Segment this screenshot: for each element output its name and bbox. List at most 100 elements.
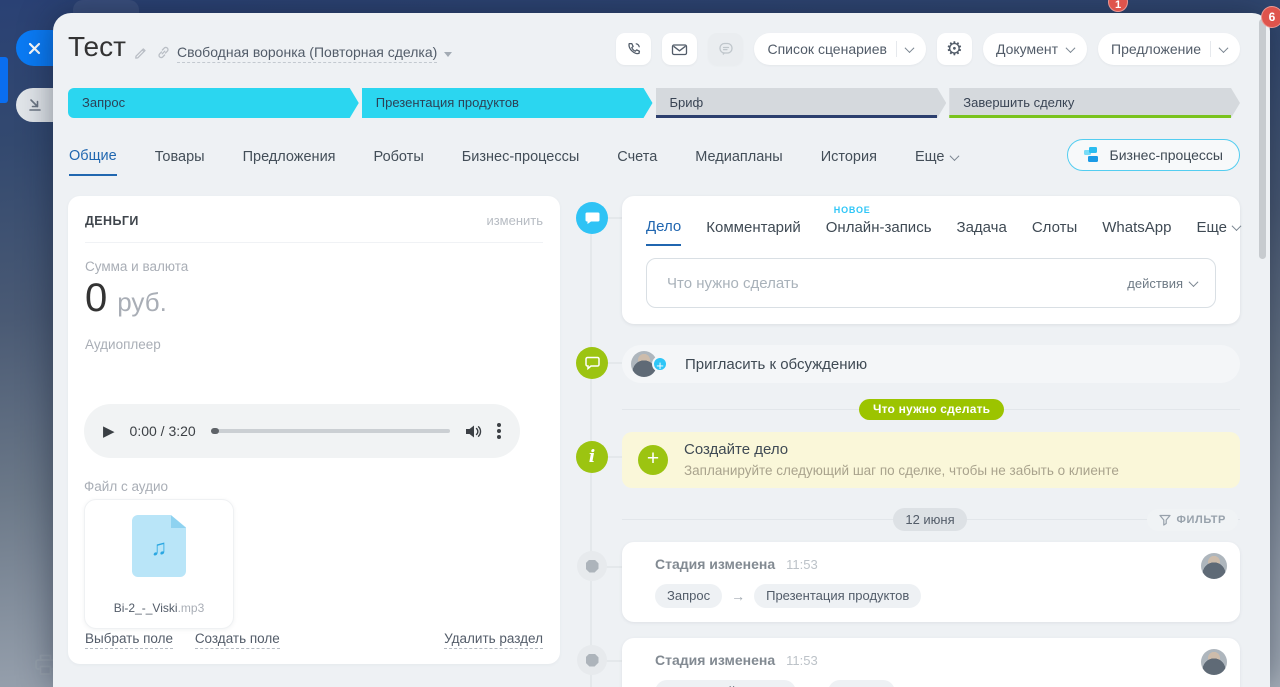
call-button[interactable]	[616, 33, 651, 65]
timeline-tab-whatsapp[interactable]: WhatsApp	[1102, 218, 1171, 246]
deal-tabs: Общие Товары Предложения Роботы Бизнес-п…	[69, 148, 958, 176]
document-dropdown[interactable]: Документ	[983, 33, 1087, 65]
filter-button[interactable]: ФИЛЬТР	[1147, 509, 1238, 531]
stage-from-badge: Первичный контакт	[655, 680, 796, 687]
tab-eshche-label: Еще	[915, 149, 945, 165]
tab-tovary[interactable]: Товары	[155, 148, 205, 176]
select-field-link[interactable]: Выбрать поле	[85, 631, 173, 649]
funnel-selector[interactable]: Свободная воронка (Повторная сделка)	[177, 44, 452, 63]
tab-eshche[interactable]: Еще	[915, 148, 959, 176]
chevron-down-icon	[1189, 277, 1199, 287]
edit-section-link[interactable]: изменить	[486, 213, 543, 228]
chat-icon	[718, 41, 734, 57]
timeline-tab-eshche[interactable]: Еще	[1196, 218, 1240, 246]
audio-player: ▶ 0:00 / 3:20	[84, 404, 520, 458]
phone-icon	[626, 41, 642, 57]
amount-value: 0	[85, 276, 107, 321]
create-activity-hint: + Создайте дело Запланируйте следующий ш…	[622, 432, 1240, 488]
timeline-tab-kommentariy[interactable]: Комментарий	[706, 218, 800, 246]
close-slider-button[interactable]	[16, 30, 53, 66]
pencil-icon	[133, 45, 148, 60]
tab-biznes-processy[interactable]: Бизнес-процессы	[462, 148, 580, 176]
tab-predlozheniya[interactable]: Предложения	[243, 148, 336, 176]
timeline-tab-zadacha[interactable]: Задача	[957, 218, 1007, 246]
tab-scheta[interactable]: Счета	[617, 148, 657, 176]
volume-icon[interactable]	[465, 424, 482, 439]
offer-dropdown[interactable]: Предложение	[1098, 33, 1240, 65]
business-process-button[interactable]: Бизнес-процессы	[1067, 139, 1240, 171]
timeline-tabs: Дело Комментарий НОВОЕ Онлайн-запись Зад…	[646, 218, 1240, 246]
settings-button[interactable]: ⚙	[937, 33, 972, 65]
timeline-connector	[606, 660, 622, 662]
timeline-tab-sloty[interactable]: Слоты	[1032, 218, 1077, 246]
file-extension: .mp3	[178, 601, 205, 615]
scrollbar[interactable]	[1259, 19, 1266, 259]
scenario-list-dropdown[interactable]: Список сценариев	[754, 33, 925, 65]
offer-label: Предложение	[1111, 41, 1201, 57]
stage-change-marker	[577, 551, 607, 581]
stage-zavershit[interactable]: Завершить сделку	[949, 88, 1240, 118]
entry-time: 11:53	[786, 557, 818, 572]
funnel-filter-icon	[1159, 514, 1171, 526]
file-name: Bi-2_-_Viski	[114, 601, 178, 615]
chevron-down-icon	[950, 151, 960, 161]
entry-time: 11:53	[786, 653, 818, 668]
invite-to-discussion-bar[interactable]: + Пригласить к обсуждению	[622, 345, 1240, 383]
timeline-tab-onlayn-zapis[interactable]: НОВОЕ Онлайн-запись	[826, 218, 932, 246]
actions-dropdown[interactable]: действия	[1127, 259, 1197, 307]
stage-brif[interactable]: Бриф	[656, 88, 947, 118]
money-section-title: ДЕНЬГИ	[85, 214, 139, 228]
folded-corner	[171, 515, 186, 528]
avatar	[1201, 649, 1227, 675]
stage-zapros[interactable]: Запрос	[68, 88, 359, 118]
arrow-right-icon: →	[731, 588, 745, 604]
stage-prezentaciya[interactable]: Презентация продуктов	[362, 88, 653, 118]
audio-file-icon: ♫	[132, 515, 186, 577]
audio-player-label: Аудиоплеер	[85, 337, 543, 352]
edit-title-button[interactable]	[133, 45, 148, 60]
copy-link-button[interactable]	[156, 45, 171, 60]
timeline-connector	[606, 566, 622, 568]
tab-istoriya[interactable]: История	[821, 148, 877, 176]
info-marker: i	[576, 441, 608, 473]
tab-mediaplany[interactable]: Медиапланы	[695, 148, 782, 176]
tab-roboty[interactable]: Роботы	[374, 148, 424, 176]
tab-obshchie[interactable]: Общие	[69, 148, 117, 176]
info-icon: i	[589, 447, 595, 467]
timeline-connector	[606, 217, 622, 219]
music-note-icon: ♫	[132, 535, 186, 561]
chevron-down-icon	[1219, 43, 1229, 53]
mail-icon	[671, 42, 688, 57]
deal-stage-bar: Запрос Презентация продуктов Бриф Заверш…	[68, 88, 1240, 118]
currency-label: руб.	[117, 287, 167, 318]
stage-from-badge: Запрос	[655, 584, 722, 608]
close-icon	[28, 42, 41, 55]
play-icon[interactable]: ▶	[103, 422, 115, 440]
chevron-down-icon	[1232, 221, 1242, 231]
gear-icon: ⚙	[946, 40, 963, 59]
timeline-tab-delo[interactable]: Дело	[646, 218, 681, 246]
add-activity-button[interactable]: +	[638, 445, 668, 475]
separator	[1210, 41, 1211, 57]
activity-marker	[576, 202, 608, 234]
chat-button[interactable]	[708, 33, 743, 65]
funnel-selector-label: Свободная воронка (Повторная сделка)	[177, 44, 437, 63]
octagon-icon	[586, 654, 599, 667]
document-label: Документ	[996, 41, 1058, 57]
timeline-tab-eshche-label: Еще	[1196, 219, 1227, 236]
audio-menu-icon[interactable]	[497, 429, 501, 433]
audio-file-tile[interactable]: ♫ Bi-2_-_Viski.mp3	[84, 499, 234, 629]
collapse-icon	[27, 97, 43, 113]
collapse-slider-button[interactable]	[16, 88, 53, 122]
timeline-connector	[606, 362, 622, 364]
stage-to-badge: Презентация продуктов	[754, 584, 921, 608]
email-button[interactable]	[662, 33, 697, 65]
actions-label: действия	[1127, 276, 1183, 291]
audio-seek-slider[interactable]	[211, 429, 450, 433]
create-field-link[interactable]: Создать поле	[195, 631, 280, 649]
delete-section-link[interactable]: Удалить раздел	[444, 631, 543, 649]
separator	[896, 41, 897, 57]
audio-file-label: Файл с аудио	[84, 479, 168, 494]
timeline-entry: Стадия изменена 11:53 Запрос → Презентац…	[622, 542, 1240, 622]
timeline-entry: Стадия изменена 11:53 Первичный контакт …	[622, 638, 1240, 687]
